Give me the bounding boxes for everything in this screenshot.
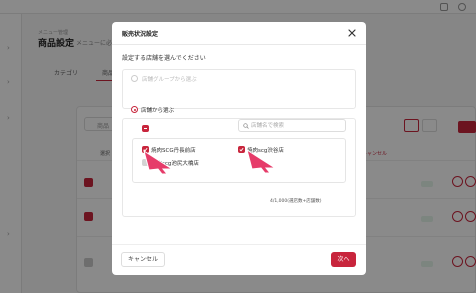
modal-footer-divider	[112, 244, 366, 245]
store-radio[interactable]	[131, 106, 138, 113]
store-search-input[interactable]	[251, 121, 343, 131]
instruction-text: 設定する店舗を選んでください	[122, 55, 206, 62]
selected-count: 4/1,000(選店数+店舗数)	[270, 199, 322, 204]
select-all-checkbox[interactable]	[142, 125, 149, 132]
close-icon[interactable]	[347, 28, 357, 38]
store-group-radio[interactable]	[131, 75, 138, 82]
pointer-icon	[246, 148, 277, 174]
cancel-button[interactable]: キャンセル	[121, 252, 165, 267]
store-group-radio-label: 店舗グループから選ぶ	[142, 77, 197, 83]
minus-icon	[144, 128, 147, 129]
store-search-field[interactable]	[238, 119, 346, 132]
next-button[interactable]: 次へ	[331, 252, 356, 267]
modal-header: 販売状況設定	[112, 22, 366, 45]
store-radio-label: 店舗から選ぶ	[141, 108, 175, 114]
pointer-icon	[143, 149, 174, 175]
modal-title: 販売状況設定	[122, 31, 159, 38]
search-icon	[243, 123, 249, 129]
